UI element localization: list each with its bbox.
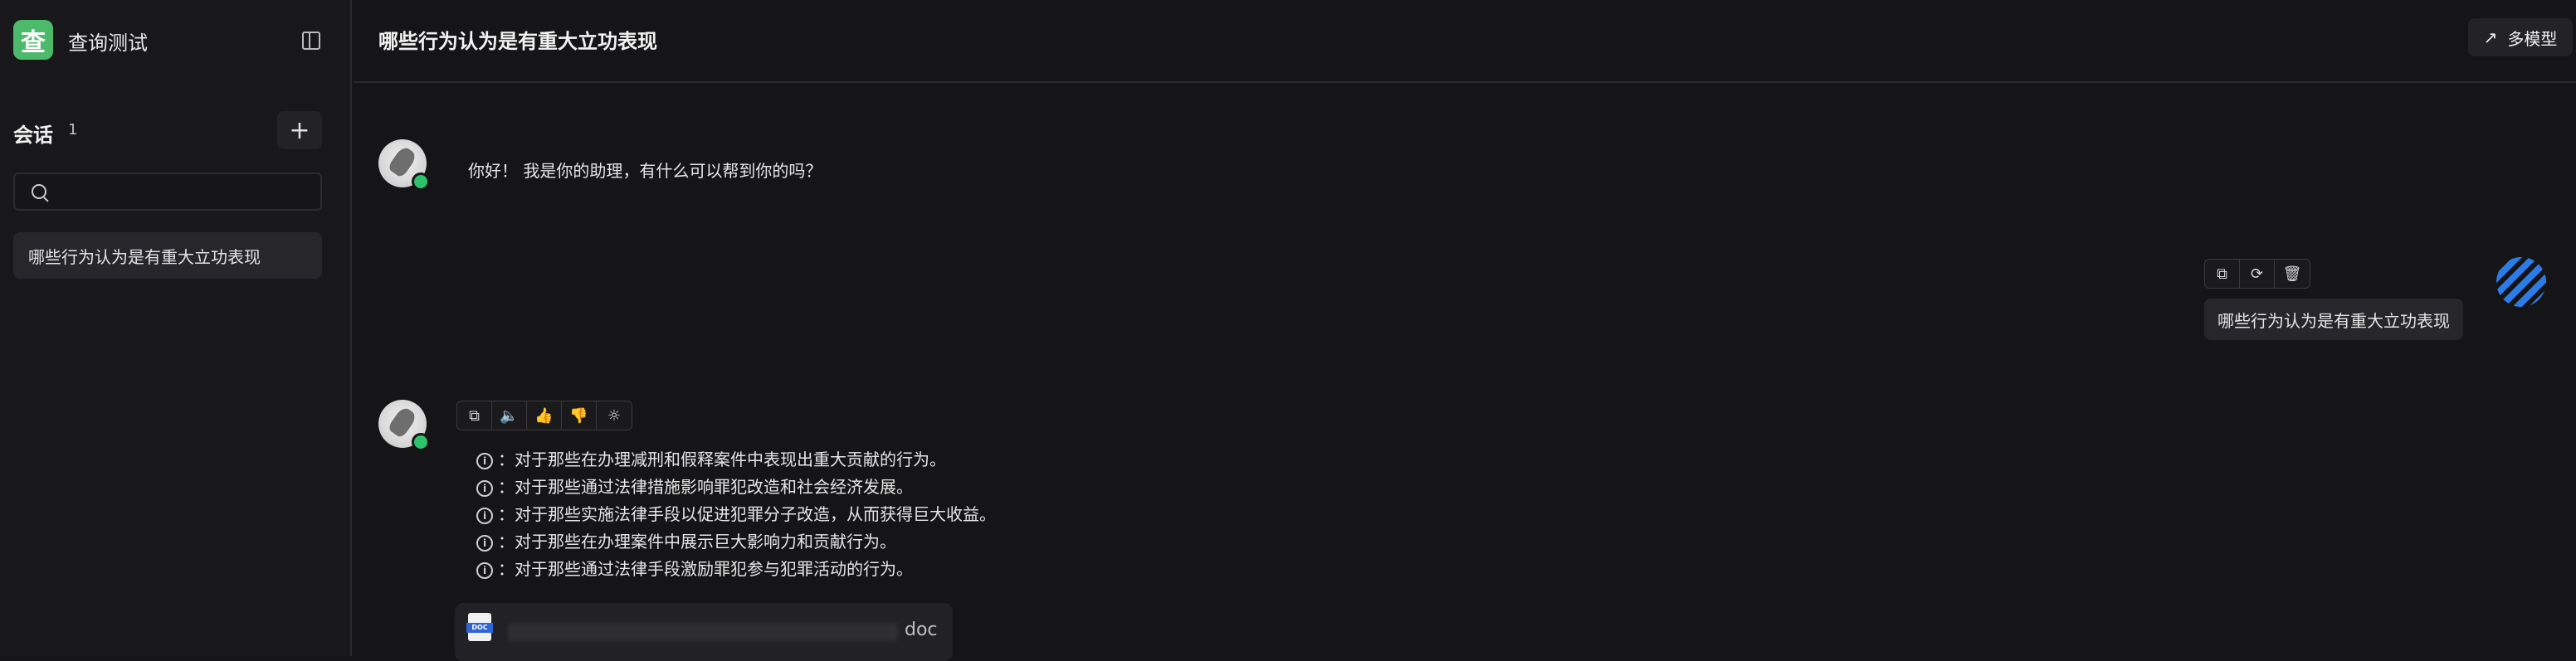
session-search-input[interactable] [55, 179, 315, 206]
answer-item-text: 对于那些在办理减刑和假释案件中表现出重大贡献的行为。 [515, 450, 946, 469]
answer-item-text: 对于那些通过法律手段激励罪犯参与犯罪活动的行为。 [515, 559, 913, 579]
chat-header: 哪些行为认为是有重大立功表现 ↗ 多模型 [354, 0, 2576, 83]
answer-item: i ：对于那些实施法律手段以促进犯罪分子改造，从而获得巨大收益。 [476, 501, 996, 528]
app-title: 查询测试 [68, 32, 148, 55]
lightbulb-icon[interactable]: ☼ [597, 401, 632, 430]
attachment-extension: doc [905, 620, 938, 640]
answer-list: i ：对于那些在办理减刑和假释案件中表现出重大贡献的行为。 i ：对于那些通过法律措… [476, 446, 996, 583]
arrow-up-right-icon: ↗ [2483, 27, 2498, 47]
thumbs-down-icon[interactable]: 👎 [562, 401, 597, 430]
assistant-greeting: 你好！ 我是你的助理，有什么可以帮到你的吗？ [468, 161, 822, 181]
delete-icon[interactable]: 🗑 [2275, 260, 2310, 288]
answer-item-text: 对于那些通过法律措施影响罪犯改造和社会经济发展。 [515, 477, 913, 497]
answer-item-separator: ： [498, 450, 515, 469]
attachment-card[interactable]: doc [455, 603, 953, 661]
new-session-button[interactable]: + [277, 111, 322, 149]
answer-item-separator: ： [498, 532, 515, 552]
refresh-icon[interactable]: ⟳ [2240, 260, 2275, 288]
answer-item-text: 对于那些在办理案件中展示巨大影响力和贡献行为。 [515, 532, 896, 552]
assistant-message-toolbar: ⧉ 🔈 👍 👎 ☼ [456, 401, 632, 430]
answer-item-separator: ： [498, 504, 515, 524]
app-root: 查 查询测试 会话 1 + 哪些行为认为是有重大立功表现 哪些行为认为是有重大立… [0, 0, 2576, 661]
session-search[interactable] [13, 173, 322, 211]
info-icon: i [476, 507, 493, 524]
answer-item: i ：对于那些在办理案件中展示巨大影响力和贡献行为。 [476, 528, 996, 556]
online-status-dot [412, 173, 430, 191]
search-icon [32, 184, 46, 199]
sessions-heading: 会话 [13, 124, 53, 147]
multi-model-label: 多模型 [2507, 28, 2558, 49]
answer-item-separator: ： [498, 477, 515, 497]
user-message: 哪些行为认为是有重大立功表现 [2204, 299, 2463, 340]
answer-item-separator: ： [498, 559, 515, 579]
conversation-item[interactable]: 哪些行为认为是有重大立功表现 [13, 232, 322, 279]
user-avatar [2496, 257, 2546, 307]
app-logo: 查 [13, 20, 53, 60]
answer-item: i ：对于那些通过法律手段激励罪犯参与犯罪活动的行为。 [476, 556, 996, 583]
chat-title: 哪些行为认为是有重大立功表现 [378, 30, 657, 53]
info-icon: i [476, 534, 493, 552]
thumbs-up-icon[interactable]: 👍 [527, 401, 562, 430]
info-icon: i [476, 561, 493, 579]
user-message-toolbar: ⧉ ⟳ 🗑 [2204, 259, 2310, 289]
copy-icon[interactable]: ⧉ [2205, 260, 2240, 288]
online-status-dot [412, 433, 430, 451]
sidebar: 查 查询测试 会话 1 + 哪些行为认为是有重大立功表现 [0, 0, 352, 656]
sessions-count: 1 [68, 121, 78, 139]
info-icon: i [476, 479, 493, 497]
speaker-icon[interactable]: 🔈 [492, 401, 527, 430]
doc-file-icon [466, 613, 493, 641]
sidebar-collapse-icon[interactable] [302, 32, 320, 50]
attachment-name-redacted [508, 623, 898, 641]
assistant-avatar [378, 400, 430, 451]
copy-icon[interactable]: ⧉ [457, 401, 492, 430]
answer-item: i ：对于那些在办理减刑和假释案件中表现出重大贡献的行为。 [476, 446, 996, 474]
answer-item: i ：对于那些通过法律措施影响罪犯改造和社会经济发展。 [476, 474, 996, 501]
assistant-avatar [378, 139, 430, 191]
info-icon: i [476, 452, 493, 469]
answer-item-text: 对于那些实施法律手段以促进犯罪分子改造，从而获得巨大收益。 [515, 504, 996, 524]
multi-model-button[interactable]: ↗ 多模型 [2468, 18, 2573, 56]
